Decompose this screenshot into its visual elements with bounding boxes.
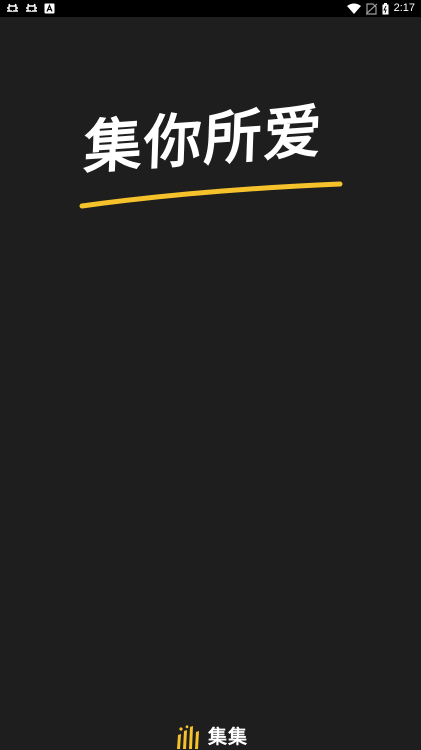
bottom-brand: 集集 (176, 724, 248, 750)
wifi-icon (346, 3, 361, 14)
brand-name: 集集 (208, 726, 249, 748)
debug-bug-icon (26, 3, 37, 12)
status-right-icons: 2:17 (346, 1, 415, 16)
brand-bars-logo-icon (177, 725, 199, 749)
no-sim-icon (365, 2, 377, 15)
debug-bug-icon (7, 3, 18, 12)
splash-slogan-logo: 集你所爱 (78, 97, 348, 216)
status-bar: 2:17 (0, 0, 421, 17)
battery-icon (382, 2, 389, 14)
status-clock: 2:17 (393, 2, 415, 14)
status-left-icons (6, 1, 55, 16)
a-box-icon (44, 3, 55, 14)
slogan-underline (79, 181, 343, 209)
